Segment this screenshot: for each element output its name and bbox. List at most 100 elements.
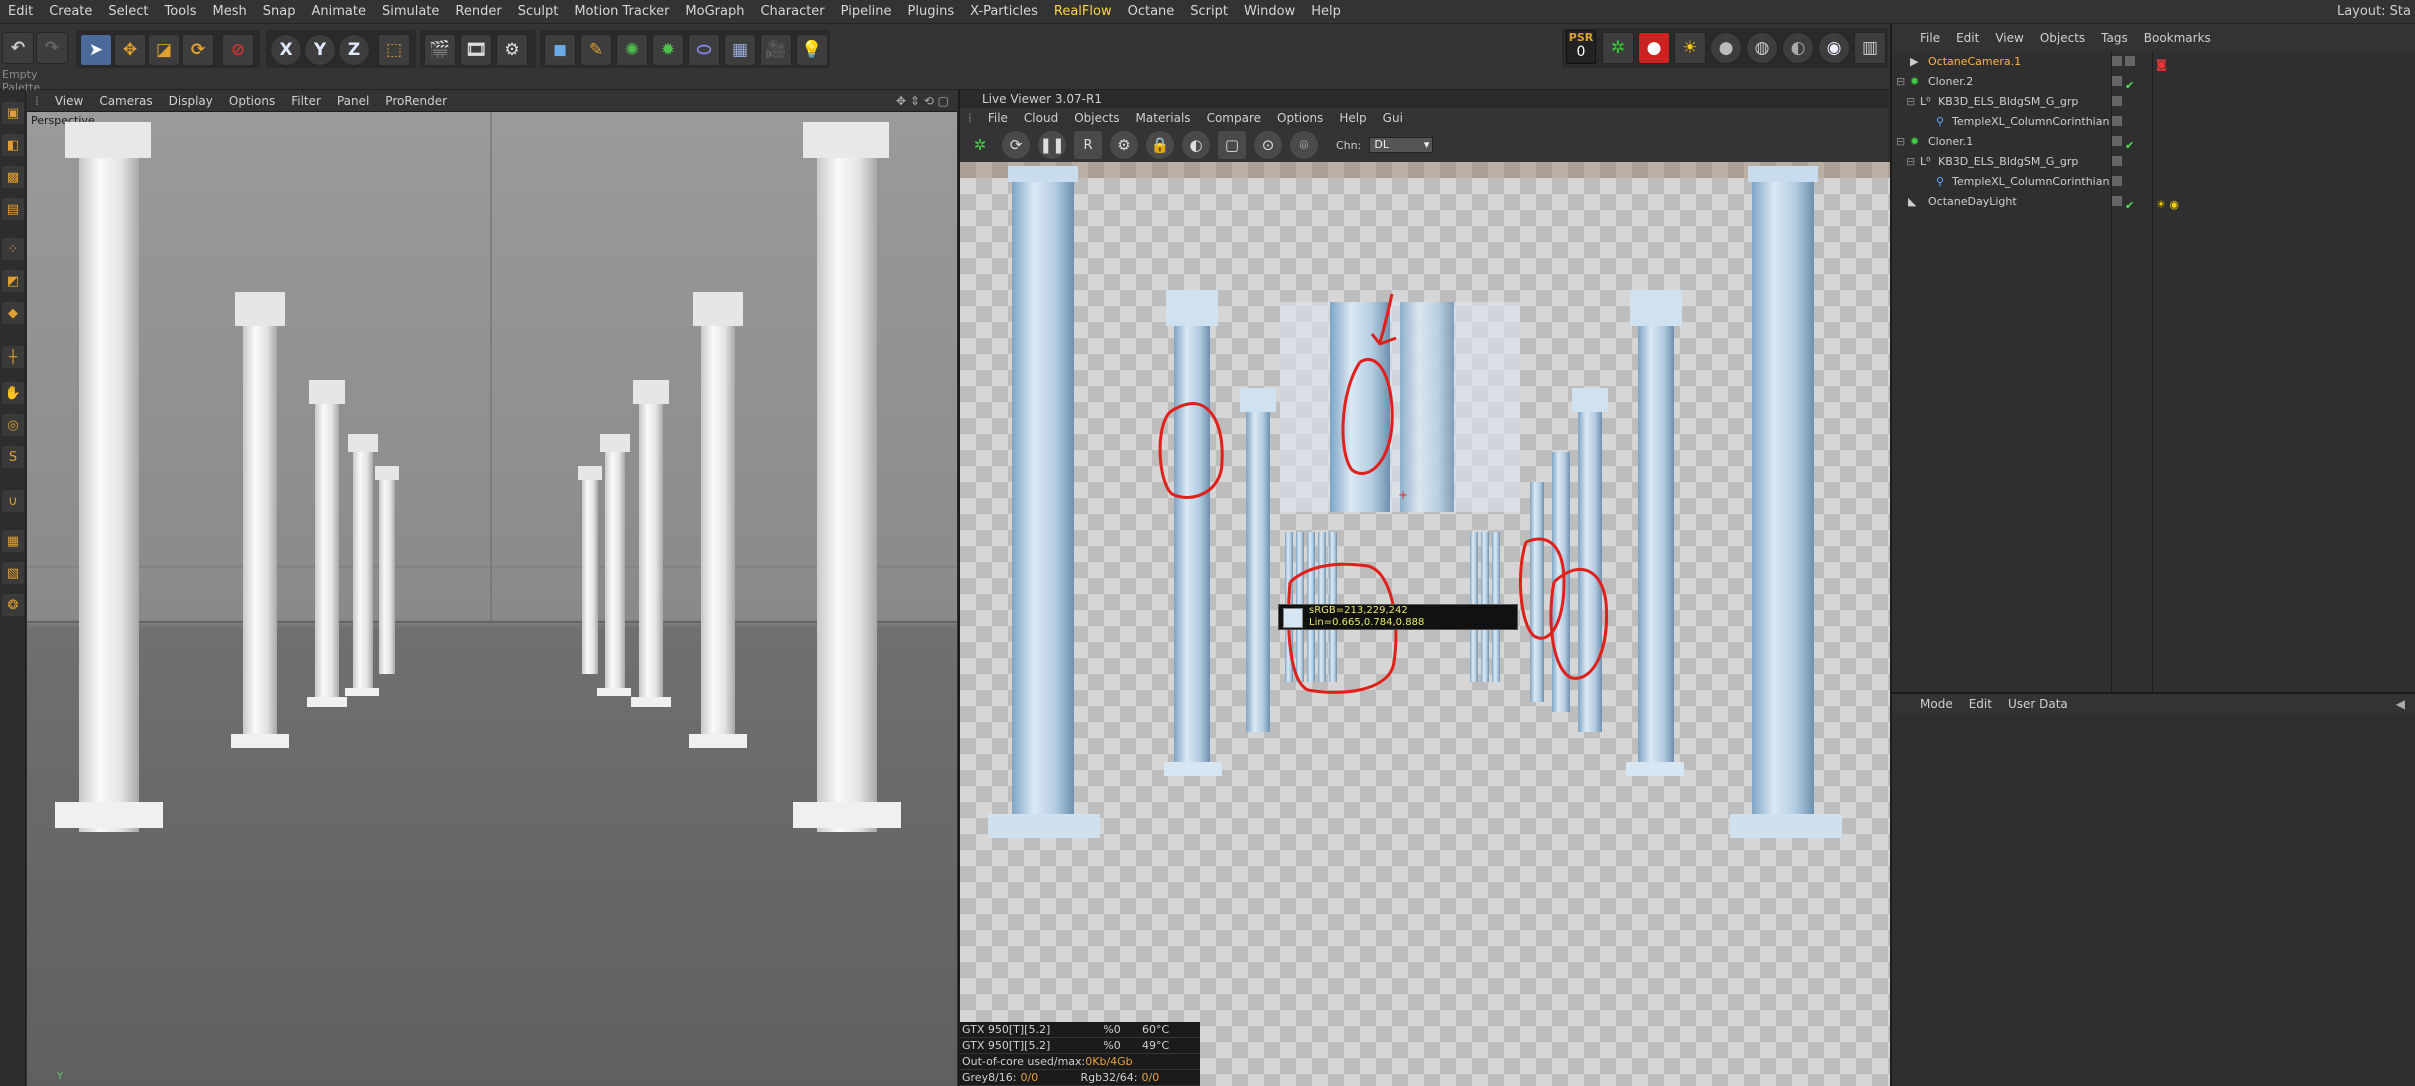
collapse-icon[interactable]: ⊟ (1906, 152, 1915, 172)
menu-render[interactable]: Render (447, 4, 509, 19)
lv-menu-materials[interactable]: Materials (1128, 111, 1199, 125)
tweak-mode-icon[interactable]: ✋ (2, 382, 24, 404)
om-row-group[interactable]: ⊟ L⁰ KB3D_ELS_BldgSM_G_grp (1892, 92, 2415, 112)
move-tool-icon[interactable]: ✥ (114, 34, 146, 66)
clay-mode-icon[interactable]: ▢ (1218, 131, 1246, 159)
render-picture-viewer-icon[interactable]: 🎞 (460, 34, 492, 66)
attr-menu-edit[interactable]: Edit (1961, 697, 2000, 711)
viewport-canvas[interactable]: Perspective Y (27, 112, 957, 1086)
om-row-group[interactable]: ⊟ L⁰ KB3D_ELS_BldgSM_G_grp (1892, 152, 2415, 172)
axis-y-button[interactable]: Y (304, 34, 336, 66)
rotate-tool-icon[interactable]: ⟳ (182, 34, 214, 66)
layout-selector[interactable]: Layout: Sta (2337, 4, 2411, 19)
lv-menu-help[interactable]: Help (1331, 111, 1374, 125)
attr-menu-mode[interactable]: Mode (1912, 697, 1961, 711)
menu-edit[interactable]: Edit (0, 4, 41, 19)
octane-start-icon[interactable]: ✲ (966, 131, 994, 159)
render-view-icon[interactable]: 🎬 (424, 34, 456, 66)
visibility-flags[interactable] (2112, 56, 2150, 68)
lock-icon[interactable]: 🔒 (1146, 131, 1174, 159)
om-menu-objects[interactable]: Objects (2032, 31, 2093, 45)
octane-render-icon[interactable]: ✲ (1602, 32, 1634, 64)
menu-octane[interactable]: Octane (1120, 4, 1183, 19)
menu-window[interactable]: Window (1236, 4, 1303, 19)
spline-pen-icon[interactable]: ✎ (580, 34, 612, 66)
menu-pipeline[interactable]: Pipeline (833, 4, 900, 19)
octane-camera-tag-icon[interactable]: ◙ (2156, 55, 2186, 71)
lv-menu-options[interactable]: Options (1269, 111, 1331, 125)
visibility-flags[interactable] (2112, 96, 2150, 108)
viewport-menu-filter[interactable]: Filter (283, 94, 329, 108)
viewport-menu-prorender[interactable]: ProRender (377, 94, 455, 108)
visibility-flags[interactable] (2112, 156, 2150, 168)
menu-realflow[interactable]: RealFlow (1046, 4, 1120, 19)
visibility-flags[interactable]: ✔ (2112, 76, 2150, 91)
camera-icon[interactable]: 🎥 (760, 34, 792, 66)
menu-create[interactable]: Create (41, 4, 100, 19)
om-row-daylight[interactable]: ◣ OctaneDayLight ✔ ☀ ◉ (1892, 192, 2415, 212)
texture-mode-icon[interactable]: ▤ (2, 198, 24, 220)
axis-mode-icon[interactable]: ┼ (2, 346, 24, 368)
render-canvas[interactable]: sRGB=213,229,242 Lin=0.665,0.784,0.888 +… (960, 162, 1890, 1086)
solo-icon[interactable]: ◎ (2, 414, 24, 436)
om-row-column[interactable]: ⚲ TempleXL_ColumnCorinthian 0 (1892, 112, 2415, 132)
menu-script[interactable]: Script (1182, 4, 1236, 19)
psr-indicator[interactable]: PSR 0 (1566, 30, 1596, 64)
object-mode-icon[interactable]: ◧ (2, 134, 24, 156)
menu-x-particles[interactable]: X-Particles (962, 4, 1046, 19)
om-menu-edit[interactable]: Edit (1948, 31, 1987, 45)
environment-icon[interactable]: ◉ (1818, 32, 1850, 64)
edges-mode-icon[interactable]: ◩ (2, 270, 24, 292)
snap-icon[interactable]: S (2, 446, 24, 468)
visibility-flags[interactable]: ✔ (2112, 196, 2150, 211)
menu-sculpt[interactable]: Sculpt (510, 4, 567, 19)
undo-icon[interactable]: ↶ (2, 32, 34, 64)
lock-workplane-icon[interactable]: ▧ (2, 562, 24, 584)
sun-icon[interactable]: ☀ (1674, 32, 1706, 64)
viewport-menu-display[interactable]: Display (161, 94, 221, 108)
attr-menu-user-data[interactable]: User Data (2000, 697, 2076, 711)
menu-character[interactable]: Character (752, 4, 832, 19)
viewport-menu-options[interactable]: Options (221, 94, 283, 108)
coordinate-system-icon[interactable]: ⬚ (378, 34, 410, 66)
menu-mograph[interactable]: MoGraph (677, 4, 752, 19)
mograph-cloner-icon[interactable]: ✹ (652, 34, 684, 66)
move-pointer-icon[interactable]: ➤ (80, 34, 112, 66)
polygons-mode-icon[interactable]: ◆ (2, 302, 24, 324)
menu-mesh[interactable]: Mesh (205, 4, 255, 19)
om-menu-file[interactable]: File (1912, 31, 1948, 45)
lv-menu-file[interactable]: File (980, 111, 1016, 125)
lv-menu-gui[interactable]: Gui (1375, 111, 1411, 125)
layout-panel-icon[interactable]: ▥ (1854, 32, 1886, 64)
menu-simulate[interactable]: Simulate (374, 4, 447, 19)
workplane-icon[interactable]: ▦ (2, 530, 24, 552)
axis-z-button[interactable]: Z (338, 34, 370, 66)
material-preview-icon[interactable]: ◐ (1182, 131, 1210, 159)
om-row-cloner-2[interactable]: ⊟ ✹ Cloner.2 ✔ (1892, 72, 2415, 92)
checker-icon[interactable]: ▩ (2, 166, 24, 188)
om-menu-tags[interactable]: Tags (2093, 31, 2136, 45)
viewport-menu-cameras[interactable]: Cameras (91, 94, 160, 108)
cube-icon[interactable]: ◼ (544, 34, 576, 66)
nurbs-icon[interactable]: ✺ (616, 34, 648, 66)
live-selection-icon[interactable]: ⊘ (222, 34, 254, 66)
menu-plugins[interactable]: Plugins (900, 4, 963, 19)
collapse-icon[interactable]: ⊟ (1906, 92, 1915, 112)
lv-menu-compare[interactable]: Compare (1199, 111, 1269, 125)
menu-select[interactable]: Select (100, 4, 156, 19)
menu-snap[interactable]: Snap (255, 4, 304, 19)
menu-tools[interactable]: Tools (157, 4, 205, 19)
axis-x-button[interactable]: X (270, 34, 302, 66)
channel-select[interactable]: DL ▾ (1369, 137, 1434, 153)
render-settings-icon[interactable]: ⚙ (496, 34, 528, 66)
lv-menu-cloud[interactable]: Cloud (1016, 111, 1066, 125)
pick-material-icon[interactable]: ⌾ (1290, 131, 1318, 159)
pause-icon[interactable]: ❚❚ (1038, 131, 1066, 159)
menu-animate[interactable]: Animate (303, 4, 373, 19)
restart-icon[interactable]: ⟳ (1002, 131, 1030, 159)
floor-icon[interactable]: ▦ (724, 34, 756, 66)
mix-sphere-icon[interactable]: ◐ (1782, 32, 1814, 64)
points-mode-icon[interactable]: ⁘ (2, 238, 24, 260)
daylight-tag-icon[interactable]: ☀ ◉ (2156, 195, 2186, 211)
region-button[interactable]: R (1074, 131, 1102, 159)
